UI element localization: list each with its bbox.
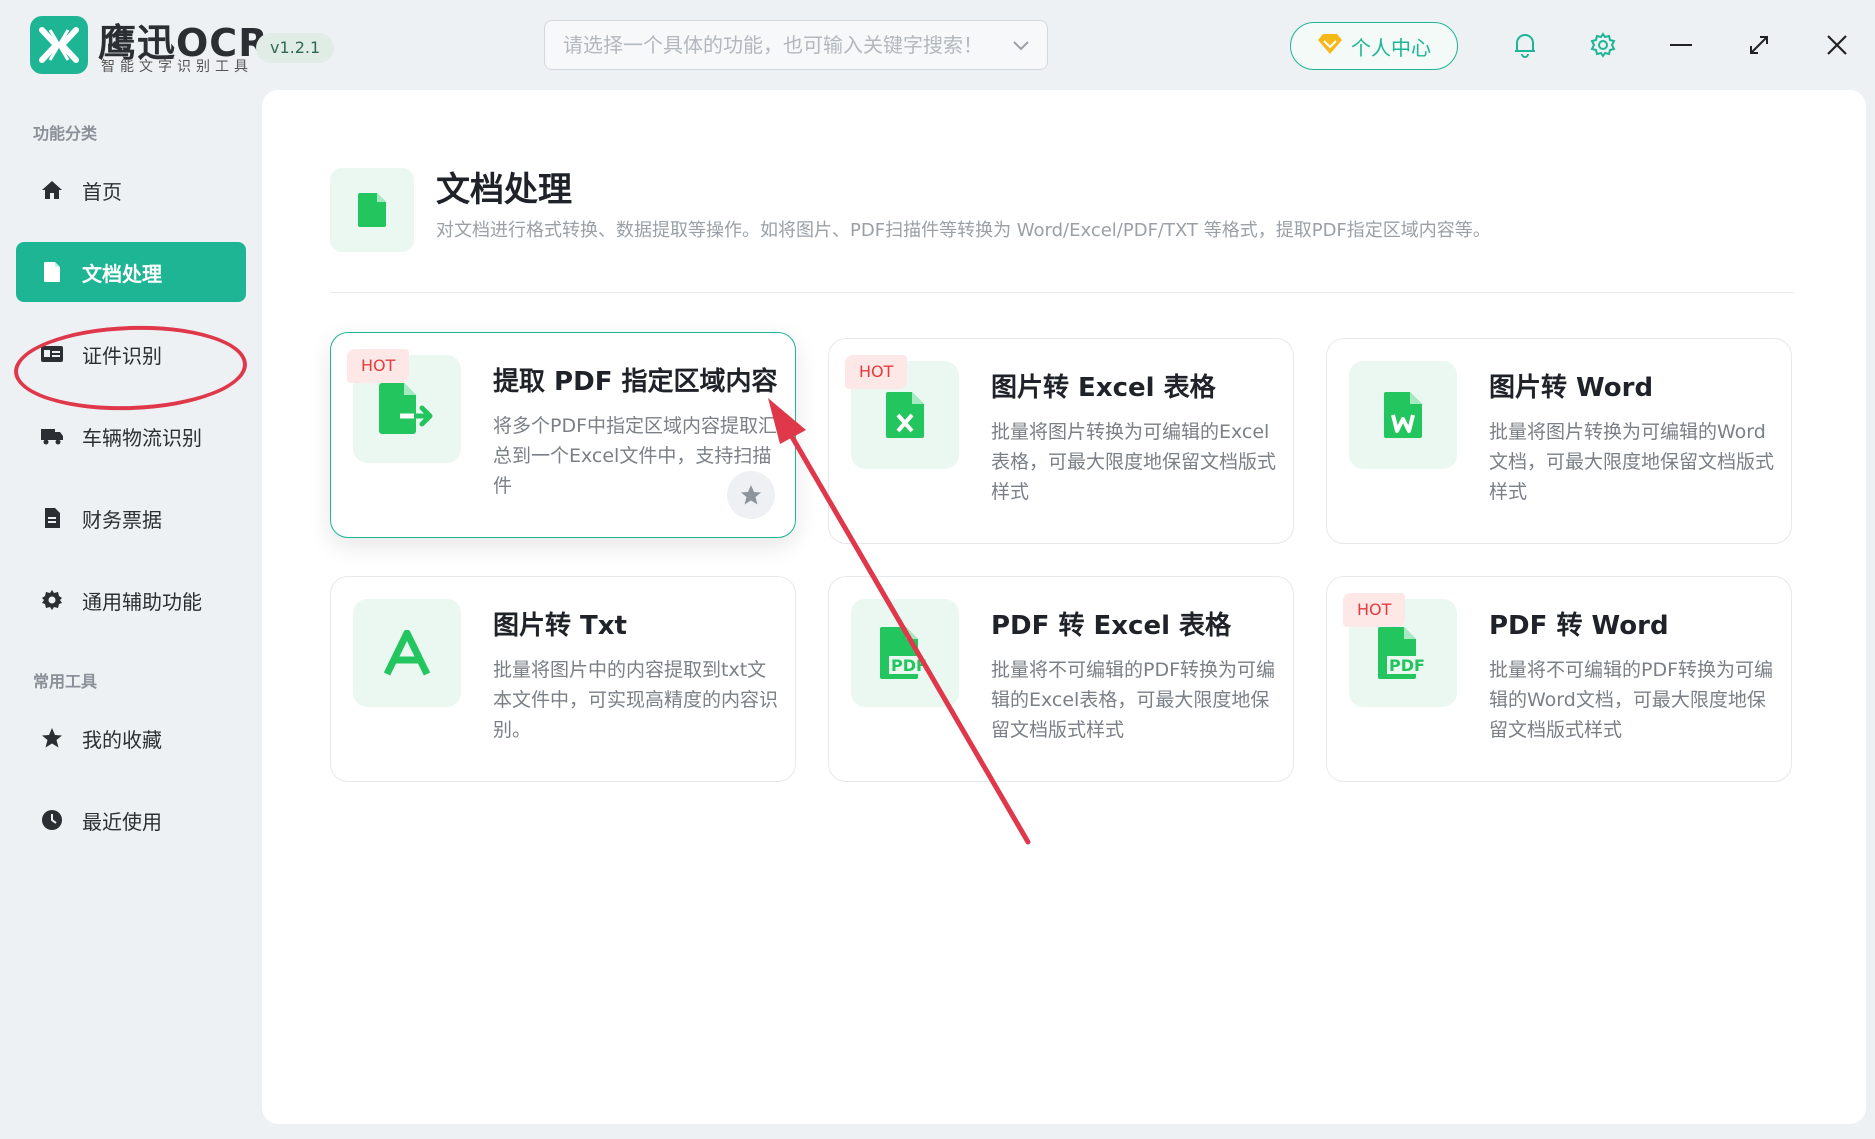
page-description: 对文档进行格式转换、数据提取等操作。如将图片、PDF扫描件等转换为 Word/E…: [436, 220, 1491, 241]
sidebar-item-label: 财务票据: [82, 507, 162, 532]
sidebar-item-vehicle[interactable]: 车辆物流识别: [16, 406, 246, 466]
card-description: 批量将图片中的内容提取到txt文本文件中，可实现高精度的内容识别。: [493, 659, 779, 741]
card-title: 图片转 Txt: [493, 611, 627, 641]
document-icon: [330, 168, 414, 252]
feature-card-pdf-to-word[interactable]: PDF HOT PDF 转 Word 批量将不可编辑的PDF转换为可编辑的Wor…: [1326, 576, 1792, 782]
gear-icon: [40, 588, 64, 612]
app-logo-icon: [30, 16, 88, 74]
sidebar-item-label: 车辆物流识别: [82, 425, 202, 450]
sidebar-item-home[interactable]: 首页: [16, 160, 246, 220]
sidebar-item-general[interactable]: 通用辅助功能: [16, 570, 246, 630]
sidebar-item-label: 文档处理: [82, 261, 162, 286]
card-title: 图片转 Word: [1489, 373, 1654, 403]
card-title: 提取 PDF 指定区域内容: [493, 367, 778, 397]
brand-subtitle: 智能文字识别工具: [101, 59, 253, 75]
main-panel: 文档处理 对文档进行格式转换、数据提取等操作。如将图片、PDF扫描件等转换为 W…: [262, 90, 1866, 1124]
search-box[interactable]: [544, 20, 1048, 70]
word-file-icon: [1349, 361, 1457, 469]
sidebar-item-label: 首页: [82, 179, 122, 204]
sidebar-item-label: 证件识别: [82, 343, 162, 368]
favorite-star-button[interactable]: [727, 471, 775, 519]
svg-text:PDF: PDF: [1389, 656, 1425, 675]
diamond-icon: [1317, 33, 1343, 60]
clock-icon: [40, 808, 64, 832]
sidebar-section-heading: 常用工具: [33, 672, 98, 691]
feature-card-pdf-to-excel[interactable]: PDF PDF 转 Excel 表格 批量将不可编辑的PDF转换为可编辑的Exc…: [828, 576, 1294, 782]
id-card-icon: [40, 342, 64, 366]
minimize-icon[interactable]: [1664, 28, 1698, 62]
chevron-down-icon[interactable]: [1013, 35, 1029, 56]
card-title: PDF 转 Excel 表格: [991, 611, 1232, 641]
sidebar-item-label: 通用辅助功能: [82, 589, 202, 614]
gear-icon[interactable]: [1586, 28, 1620, 62]
document-icon: [40, 260, 64, 284]
card-title: 图片转 Excel 表格: [991, 373, 1216, 403]
pdf-file-icon: PDF: [851, 599, 959, 707]
card-description: 批量将不可编辑的PDF转换为可编辑的Excel表格，可最大限度地保留文档版式样式: [991, 659, 1276, 741]
user-center-button[interactable]: 个人中心: [1290, 22, 1458, 70]
feature-card-image-to-word[interactable]: 图片转 Word 批量将图片转换为可编辑的Word文档，可最大限度地保留文档版式…: [1326, 338, 1792, 544]
hot-badge: HOT: [1343, 593, 1406, 627]
text-a-icon: [353, 599, 461, 707]
receipt-icon: [40, 506, 64, 530]
sidebar-item-label: 我的收藏: [82, 727, 162, 752]
title-bar: 鹰迅OCR 智能文字识别工具 v1.2.1 个人中心: [0, 0, 1875, 90]
feature-card-extract-pdf-region[interactable]: HOT 提取 PDF 指定区域内容 将多个PDF中指定区域内容提取汇总到一个Ex…: [330, 332, 796, 538]
bell-icon[interactable]: [1508, 28, 1542, 62]
sidebar-item-favorites[interactable]: 我的收藏: [16, 708, 246, 768]
hot-badge: HOT: [347, 349, 410, 383]
maximize-icon[interactable]: [1742, 28, 1776, 62]
sidebar-section-heading: 功能分类: [33, 124, 98, 143]
sidebar-item-label: 最近使用: [82, 809, 162, 834]
feature-card-image-to-excel[interactable]: HOT 图片转 Excel 表格 批量将图片转换为可编辑的Excel表格，可最大…: [828, 338, 1294, 544]
home-icon: [40, 178, 64, 202]
star-icon: [40, 726, 64, 750]
user-center-label: 个人中心: [1351, 35, 1431, 60]
card-description: 批量将不可编辑的PDF转换为可编辑的Word文档，可最大限度地保留文档版式样式: [1489, 659, 1774, 741]
search-input[interactable]: [563, 33, 1013, 57]
close-icon[interactable]: [1820, 28, 1854, 62]
sidebar-item-id-card[interactable]: 证件识别: [16, 324, 246, 384]
sidebar-item-recent[interactable]: 最近使用: [16, 790, 246, 850]
sidebar-item-finance[interactable]: 财务票据: [16, 488, 246, 548]
hot-badge: HOT: [845, 355, 908, 389]
divider: [330, 292, 1794, 293]
feature-card-image-to-txt[interactable]: 图片转 Txt 批量将图片中的内容提取到txt文本文件中，可实现高精度的内容识别…: [330, 576, 796, 782]
card-title: PDF 转 Word: [1489, 611, 1669, 641]
version-badge: v1.2.1: [256, 33, 335, 63]
card-description: 批量将图片转换为可编辑的Excel表格，可最大限度地保留文档版式样式: [991, 421, 1277, 503]
truck-icon: [40, 424, 64, 448]
svg-text:PDF: PDF: [891, 656, 927, 675]
sidebar: 功能分类 首页 文档处理 证件识别 车辆物流识别 财务票据 通用辅助功能 常用工…: [0, 90, 250, 1139]
page-title: 文档处理: [436, 170, 572, 210]
sidebar-item-document[interactable]: 文档处理: [16, 242, 246, 302]
card-description: 批量将图片转换为可编辑的Word文档，可最大限度地保留文档版式样式: [1489, 421, 1775, 503]
